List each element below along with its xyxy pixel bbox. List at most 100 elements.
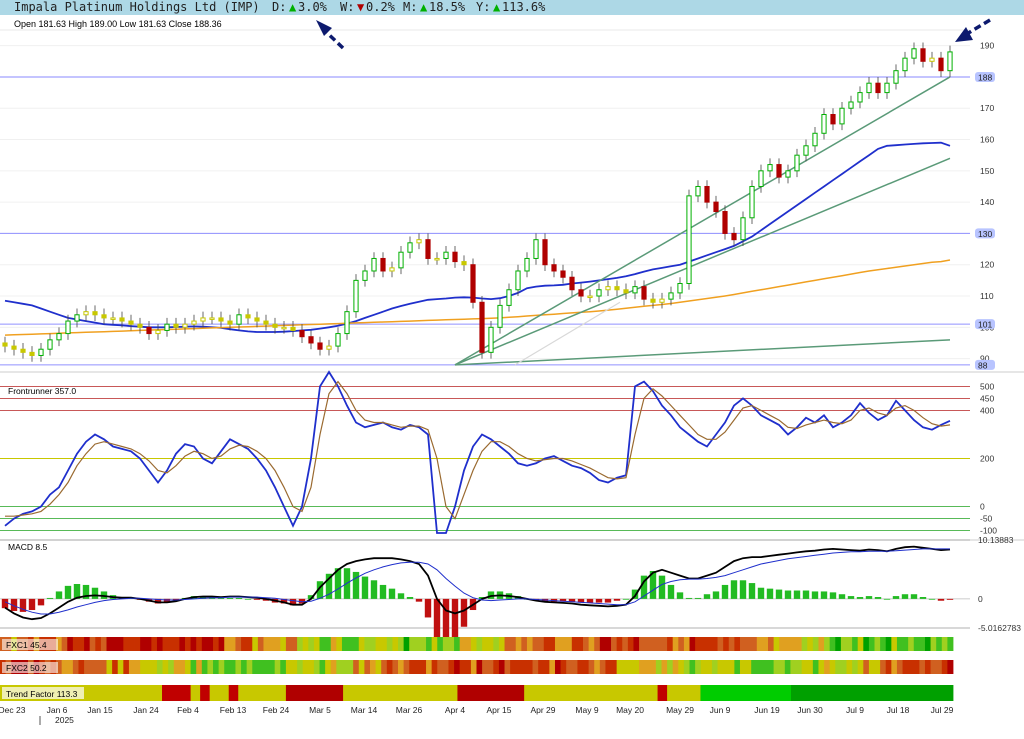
- heatmap-cell: [487, 637, 494, 651]
- stock-chart: Impala Platinum Holdings Ltd (IMP) D: ▲ 3.…: [0, 0, 1024, 735]
- x-axis-label: Dec 23: [0, 705, 26, 715]
- heatmap-cell: [751, 660, 758, 674]
- x-axis-label: May 20: [616, 705, 644, 715]
- heatmap-cell: [498, 660, 505, 674]
- heatmap-cell: [196, 637, 203, 651]
- heatmap-cell: [784, 637, 791, 651]
- heatmap-cell: [695, 660, 702, 674]
- heatmap-cell: [605, 637, 612, 651]
- heatmap-cell: [95, 637, 102, 651]
- macd-histogram-bar: [865, 596, 873, 599]
- heatmap-cell: [392, 660, 399, 674]
- candle-body: [416, 239, 422, 244]
- x-axis-label: Jul 9: [846, 705, 864, 715]
- candle-body: [155, 329, 161, 335]
- macd-histogram-bar: [667, 584, 675, 599]
- heatmap-cell: [924, 637, 931, 651]
- heatmap-cell: [442, 637, 449, 651]
- candle-body: [389, 267, 395, 272]
- heatmap-cell: [835, 660, 842, 674]
- heatmap-cell: [936, 637, 943, 651]
- heatmap-cell: [773, 637, 780, 651]
- candle-body: [218, 317, 224, 322]
- candle-body: [911, 48, 917, 59]
- heatmap-cell: [156, 660, 163, 674]
- heatmap-cell: [510, 660, 517, 674]
- heatmap-cell: [302, 637, 309, 651]
- macd-histogram-bar: [361, 576, 369, 599]
- heatmap-cell: [498, 637, 505, 651]
- price-label: 130: [978, 229, 992, 239]
- trend-factor-segment: [457, 685, 525, 701]
- macd-histogram-bar: [685, 597, 693, 599]
- heatmap-cell: [891, 637, 898, 651]
- heatmap-cell: [465, 660, 472, 674]
- macd-histogram-bar: [658, 575, 666, 599]
- heatmap-cell: [482, 637, 489, 651]
- trend-factor-label: Trend Factor 113.3: [6, 689, 78, 699]
- candle-body: [344, 311, 350, 335]
- heatmap-cell: [571, 660, 578, 674]
- candle-body: [119, 317, 125, 322]
- price-tick-label: 110: [980, 291, 994, 301]
- heatmap-cell: [482, 660, 489, 674]
- heatmap-cell: [829, 660, 836, 674]
- heatmap-cell: [633, 660, 640, 674]
- heatmap-cell: [549, 637, 556, 651]
- heatmap-cell: [571, 637, 578, 651]
- candle-body: [848, 101, 854, 109]
- heatmap-cell: [465, 637, 472, 651]
- macd-histogram-bar: [910, 594, 918, 599]
- heatmap-cell: [414, 637, 421, 651]
- heatmap-cell: [420, 637, 427, 651]
- heatmap-cell: [650, 637, 657, 651]
- x-axis-label: Jan 15: [87, 705, 113, 715]
- candle-body: [713, 201, 719, 213]
- candle-body: [776, 164, 782, 178]
- candle-body: [200, 317, 206, 322]
- heatmap-cell: [947, 660, 954, 674]
- candle-body: [425, 239, 431, 259]
- frontrunner-tick-label: 0: [980, 502, 985, 512]
- heatmap-cell: [779, 637, 786, 651]
- heatmap-cell: [762, 660, 769, 674]
- heatmap-cell: [818, 637, 825, 651]
- candle-body: [650, 298, 656, 303]
- heatmap-cell: [308, 660, 315, 674]
- candle-body: [812, 132, 818, 147]
- heatmap-cell: [218, 660, 225, 674]
- heatmap-cell: [128, 637, 135, 651]
- candle-body: [254, 317, 260, 322]
- candle-body: [2, 342, 8, 347]
- heatmap-cell: [403, 660, 410, 674]
- heatmap-cell: [375, 660, 382, 674]
- heatmap-cell: [257, 637, 264, 651]
- trend-factor-segment: [657, 685, 668, 701]
- heatmap-cell: [599, 660, 606, 674]
- candle-body: [173, 323, 179, 328]
- heatmap-cell: [644, 660, 651, 674]
- heatmap-cell: [448, 637, 455, 651]
- heatmap-cell: [711, 660, 718, 674]
- heatmap-cell: [100, 637, 107, 651]
- x-axis-label: Apr 15: [486, 705, 511, 715]
- x-axis-label: Mar 5: [309, 705, 331, 715]
- candle-body: [686, 195, 692, 285]
- heatmap-cell: [599, 637, 606, 651]
- heatmap-cell: [213, 637, 220, 651]
- candle-body: [659, 298, 665, 303]
- heatmap-cell: [852, 660, 859, 674]
- macd-histogram-bar: [802, 590, 810, 599]
- candle-body: [821, 114, 827, 134]
- heatmap-cell: [386, 637, 393, 651]
- change-value: 0.2%: [366, 0, 396, 14]
- candle-body: [794, 154, 800, 172]
- change-arrow: ▲: [420, 0, 428, 14]
- x-axis-label: May 29: [666, 705, 694, 715]
- change-arrow: ▲: [289, 0, 297, 14]
- heatmap-cell: [846, 637, 853, 651]
- heatmap-cell: [72, 660, 79, 674]
- heatmap-cell: [128, 660, 135, 674]
- heatmap-cell: [347, 660, 354, 674]
- heatmap-cell: [706, 637, 713, 651]
